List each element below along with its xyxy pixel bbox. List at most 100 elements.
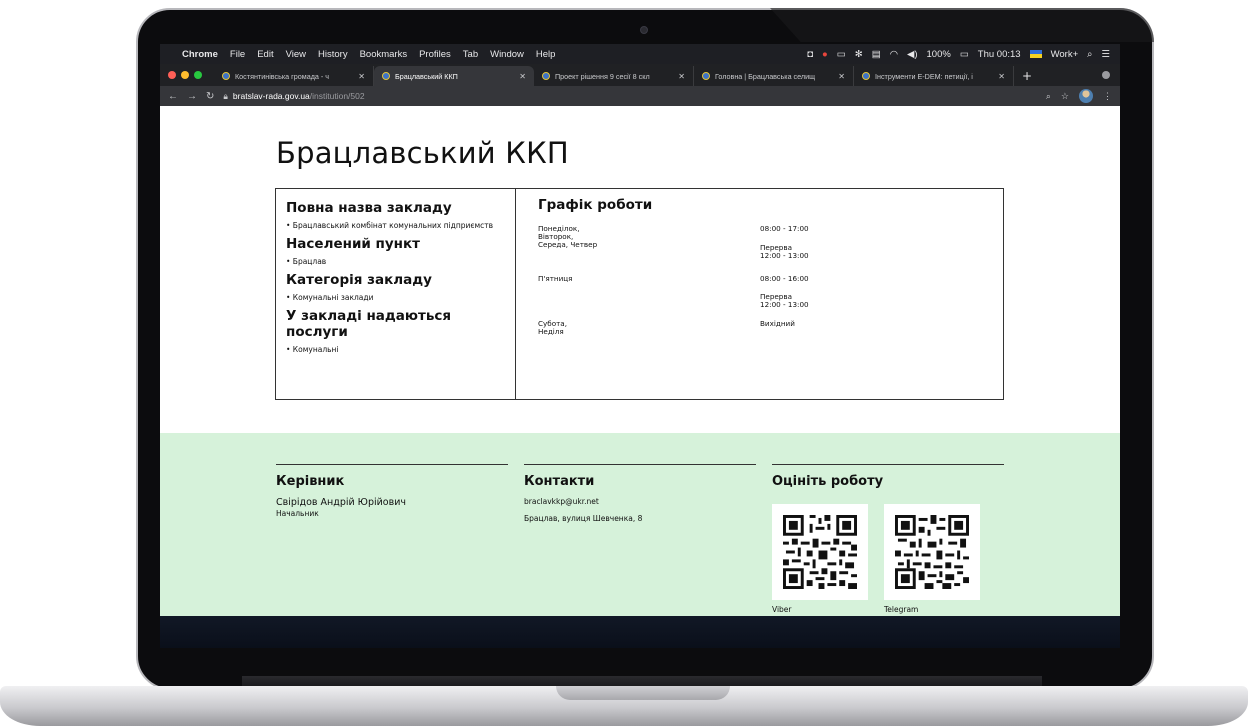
profile-label[interactable]: Work+ xyxy=(1051,49,1079,60)
category-heading: Категорія закладу xyxy=(286,272,432,288)
contact-email-link[interactable]: braclavkkp@ukr.net xyxy=(524,497,756,506)
zoom-magnifier-icon[interactable]: ⌕ xyxy=(1046,91,1051,102)
qr-code-telegram[interactable] xyxy=(884,504,980,600)
menu-history[interactable]: History xyxy=(318,49,348,60)
webcam xyxy=(640,26,648,34)
head-position: Начальник xyxy=(276,509,319,518)
ukraine-flag-icon[interactable] xyxy=(1029,50,1042,58)
close-tab-icon[interactable]: ✕ xyxy=(998,72,1005,81)
head-name: Свірідов Андрій Юрійович xyxy=(276,497,406,508)
qr-viber-graphic xyxy=(783,515,857,589)
battery-percent: 100% xyxy=(926,48,951,60)
schedule-days-fri: П'ятниця xyxy=(538,274,573,283)
schedule-table: Понеділок, Вівторок, Середа, Четвер 08:0… xyxy=(538,225,981,365)
contacts-heading: Контакти xyxy=(524,474,595,489)
schedule-heading: Графік роботи xyxy=(538,197,653,213)
schedule-break-fri: Перерва 12:00 - 13:00 xyxy=(760,292,809,309)
lock-icon[interactable]: 🔒︎ xyxy=(223,91,228,102)
screen: Chrome File Edit View History Bookmarks … xyxy=(160,44,1120,648)
spotlight-search-icon[interactable]: ⌕ xyxy=(1087,49,1092,60)
close-window-button[interactable] xyxy=(168,71,176,79)
bluetooth-icon[interactable]: ✻ xyxy=(855,49,863,60)
menu-app-name[interactable]: Chrome xyxy=(182,49,218,60)
trident-icon xyxy=(862,72,870,80)
menu-bookmarks[interactable]: Bookmarks xyxy=(360,49,408,60)
volume-icon[interactable]: ◀) xyxy=(907,49,917,60)
window-controls xyxy=(168,64,202,86)
menu-edit[interactable]: Edit xyxy=(257,49,273,60)
chrome-extension-icon[interactable]: ● xyxy=(822,49,828,60)
locality-heading: Населений пункт xyxy=(286,236,420,252)
toolbar-actions: ⌕ ☆ ⋮ xyxy=(1046,89,1112,103)
laptop-thumb-notch xyxy=(556,686,730,700)
airplay-icon[interactable]: ▭ xyxy=(837,49,846,60)
tab-title: Інструменти E-DEM: петиції, і xyxy=(875,71,973,81)
forward-arrow-icon[interactable]: → xyxy=(187,91,197,102)
page-footer: Керівник Свірідов Андрій Юрійович Началь… xyxy=(160,433,1120,616)
qr-telegram-graphic xyxy=(895,515,969,589)
footer-head-column: Керівник Свірідов Андрій Юрійович Началь… xyxy=(276,464,508,518)
contact-address: Брацлав, вулиця Шевченка, 8 xyxy=(524,514,643,523)
tab-title: Костянтинівська громада - ч xyxy=(235,71,330,81)
menu-window[interactable]: Window xyxy=(490,49,524,60)
schedule-weekend-status: Вихідний xyxy=(760,319,795,328)
services-heading: У закладі надаються послуги xyxy=(286,308,452,340)
mac-menubar: Chrome File Edit View History Bookmarks … xyxy=(160,44,1120,64)
trident-icon xyxy=(542,72,550,80)
work-schedule: Графік роботи Понеділок, Вівторок, Серед… xyxy=(516,189,1003,399)
url-path: /institution/502 xyxy=(309,91,365,101)
trident-icon xyxy=(702,72,710,80)
schedule-days-mon-thu: Понеділок, Вівторок, Середа, Четвер xyxy=(538,224,598,249)
tab-e-dem[interactable]: Інструменти E-DEM: петиції, і ✕ xyxy=(854,66,1014,86)
close-tab-icon[interactable]: ✕ xyxy=(678,72,685,81)
tab-title: Головна | Брацлавська селищ xyxy=(715,71,816,81)
qr-telegram-label: Telegram xyxy=(884,605,919,614)
lid-glare xyxy=(770,8,1154,42)
tab-bratslav-home[interactable]: Головна | Брацлавська селищ ✕ xyxy=(694,66,854,86)
tab-search-icon[interactable] xyxy=(1102,71,1110,79)
new-tab-plus-icon[interactable]: + xyxy=(1022,66,1032,86)
trident-icon xyxy=(222,72,230,80)
battery-icon[interactable]: ▭ xyxy=(960,49,969,60)
keyboard-icon[interactable]: ▤ xyxy=(872,49,881,60)
menu-view[interactable]: View xyxy=(286,49,306,60)
full-name-heading: Повна назва закладу xyxy=(286,200,452,216)
footer-rate-column: Оцініть роботу xyxy=(772,464,1004,489)
reload-icon[interactable]: ↻ xyxy=(206,91,214,102)
menu-file[interactable]: File xyxy=(230,49,245,60)
menu-tab[interactable]: Tab xyxy=(463,49,478,60)
schedule-break-mon-thu: Перерва 12:00 - 13:00 xyxy=(760,243,809,260)
rate-heading: Оцініть роботу xyxy=(772,474,884,489)
close-tab-icon[interactable]: ✕ xyxy=(358,72,365,81)
bookmark-star-icon[interactable]: ☆ xyxy=(1061,91,1069,102)
qr-code-viber[interactable] xyxy=(772,504,868,600)
locality-value: • Брацлав xyxy=(286,257,327,266)
profile-avatar[interactable] xyxy=(1079,89,1093,103)
zoom-window-button[interactable] xyxy=(194,71,202,79)
minimize-window-button[interactable] xyxy=(181,71,189,79)
menu-profiles[interactable]: Profiles xyxy=(419,49,451,60)
close-tab-icon[interactable]: ✕ xyxy=(519,72,526,81)
address-bar[interactable]: 🔒︎ bratslav-rada.gov.ua/institution/502 xyxy=(223,91,364,102)
institution-details: Повна назва закладу • Брацлавський комбі… xyxy=(276,189,516,399)
close-tab-icon[interactable]: ✕ xyxy=(838,72,845,81)
screen-record-icon[interactable]: ◘ xyxy=(807,49,813,60)
back-arrow-icon[interactable]: ← xyxy=(168,91,178,102)
qr-viber-label: Viber xyxy=(772,605,792,614)
browser-toolbar: ← → ↻ 🔒︎ bratslav-rada.gov.ua/institutio… xyxy=(160,86,1120,106)
control-center-icon[interactable]: ☰ xyxy=(1101,49,1110,60)
footer-contacts-column: Контакти braclavkkp@ukr.net Брацлав, вул… xyxy=(524,464,756,523)
wifi-icon[interactable]: ◠ xyxy=(890,49,898,60)
desktop-wallpaper-strip xyxy=(160,616,1120,648)
clock[interactable]: Thu 00:13 xyxy=(978,49,1021,60)
head-heading: Керівник xyxy=(276,474,345,489)
menu-help[interactable]: Help xyxy=(536,49,556,60)
tab-project-decision[interactable]: Проект рішення 9 сесії 8 скл ✕ xyxy=(534,66,694,86)
tab-kostiantynivska[interactable]: Костянтинівська громада - ч ✕ xyxy=(214,66,374,86)
kebab-menu-icon[interactable]: ⋮ xyxy=(1103,91,1112,102)
schedule-hours-fri: 08:00 - 16:00 xyxy=(760,274,809,283)
tab-bratslav-kkp[interactable]: Брацлавський ККП ✕ xyxy=(374,66,534,86)
services-value: • Комунальні xyxy=(286,345,339,354)
menubar-status: ◘ ● ▭ ✻ ▤ ◠ ◀) 100% ▭ Thu 00:13 Work+ ⌕ … xyxy=(807,49,1110,60)
url-host: bratslav-rada.gov.ua xyxy=(232,91,310,101)
